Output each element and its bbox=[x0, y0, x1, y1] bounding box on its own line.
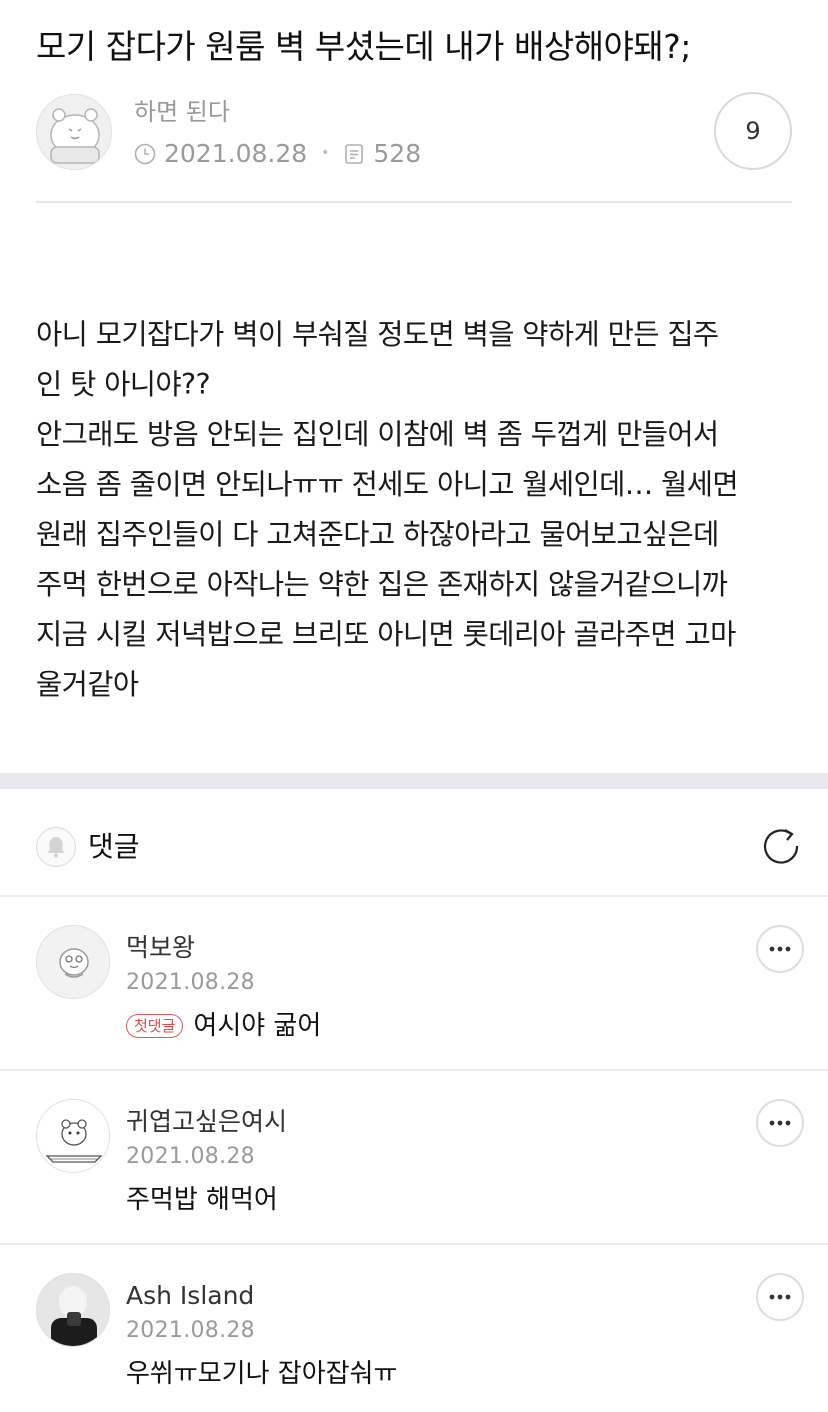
comment-body: 우쒸ㅠ모기나 잡아잡숴ㅠ bbox=[126, 1359, 398, 1389]
comment-body: 여시야 굶어 bbox=[193, 1011, 322, 1041]
post-body-line: 아니 모기잡다가 벽이 부숴질 정도면 벽을 약하게 만든 집주 bbox=[36, 318, 719, 351]
comments-label: 댓글 bbox=[88, 830, 140, 863]
commenter-avatar[interactable] bbox=[36, 925, 110, 999]
comment-date: 2021.08.28 bbox=[126, 1318, 255, 1343]
commenter-name[interactable]: 먹보왕 bbox=[126, 933, 195, 963]
post-body-line: 원래 집주인들이 다 고쳐준다고 하잖아라고 물어보고싶은데 bbox=[36, 518, 719, 551]
post-body-line: 지금 시킬 저녁밥으로 브리또 아니면 롯데리아 골라주면 고마 bbox=[36, 618, 736, 651]
post-body-line: 소음 좀 줄이면 안되나ㅠㅠ 전세도 아니고 월세인데… 월세면 bbox=[36, 468, 739, 501]
clock-icon bbox=[134, 142, 156, 165]
post-date: 2021.08.28 bbox=[164, 138, 308, 168]
more-dots-icon[interactable] bbox=[756, 925, 804, 973]
post-body-line: 주먹 한번으로 아작나는 약한 집은 존재하지 않을거같으니까 bbox=[36, 568, 728, 601]
section-divider bbox=[0, 773, 828, 789]
post-body: 아니 모기잡다가 벽이 부숴질 정도면 벽을 약하게 만든 집주 인 탓 아니야… bbox=[36, 310, 806, 710]
comment-item: 먹보왕 2021.08.28 첫댓글 여시야 굶어 bbox=[0, 897, 828, 1071]
more-dots-icon[interactable] bbox=[756, 1099, 804, 1147]
more-dots-icon[interactable] bbox=[756, 1273, 804, 1321]
author-name[interactable]: 하면 된다 bbox=[134, 98, 230, 126]
commenter-name[interactable]: 귀엽고싶은여시 bbox=[126, 1107, 287, 1137]
commenter-avatar[interactable] bbox=[36, 1099, 110, 1173]
post-views: 528 bbox=[373, 138, 422, 168]
author-avatar[interactable] bbox=[36, 94, 112, 170]
post-body-line: 안그래도 방음 안되는 집인데 이참에 벽 좀 두껍게 만들어서 bbox=[36, 418, 719, 451]
comment-date: 2021.08.28 bbox=[126, 1144, 255, 1169]
comment-text: 첫댓글 여시야 굶어 bbox=[126, 1009, 321, 1043]
comments-header: 댓글 bbox=[0, 789, 828, 897]
post-meta: 2021.08.28 • 528 bbox=[134, 138, 421, 168]
post-title: 모기 잡다가 원룸 벽 부셨는데 내가 배상해야돼?; bbox=[36, 27, 691, 66]
post-body-line: 인 탓 아니야?? bbox=[36, 368, 211, 401]
document-icon bbox=[343, 142, 365, 164]
post-body-line: 울거같아 bbox=[36, 668, 139, 701]
refresh-icon[interactable] bbox=[760, 825, 802, 867]
divider bbox=[36, 201, 792, 203]
commenter-name[interactable]: Ash Island bbox=[126, 1281, 254, 1311]
comment-item: 귀엽고싶은여시 2021.08.28 주먹밥 해먹어 bbox=[0, 1071, 828, 1245]
first-comment-badge: 첫댓글 bbox=[126, 1014, 184, 1038]
comment-count-button[interactable]: 9 bbox=[714, 92, 792, 170]
comment-item: Ash Island 2021.08.28 우쒸ㅠ모기나 잡아잡숴ㅠ bbox=[0, 1245, 828, 1412]
commenter-avatar[interactable] bbox=[36, 1273, 110, 1347]
comment-text: 주먹밥 해먹어 bbox=[126, 1183, 278, 1217]
comment-text: 우쒸ㅠ모기나 잡아잡숴ㅠ bbox=[126, 1357, 397, 1391]
bell-icon[interactable] bbox=[36, 827, 76, 867]
meta-separator: • bbox=[321, 145, 330, 161]
comment-body: 주먹밥 해먹어 bbox=[126, 1185, 278, 1215]
comment-date: 2021.08.28 bbox=[126, 970, 255, 995]
